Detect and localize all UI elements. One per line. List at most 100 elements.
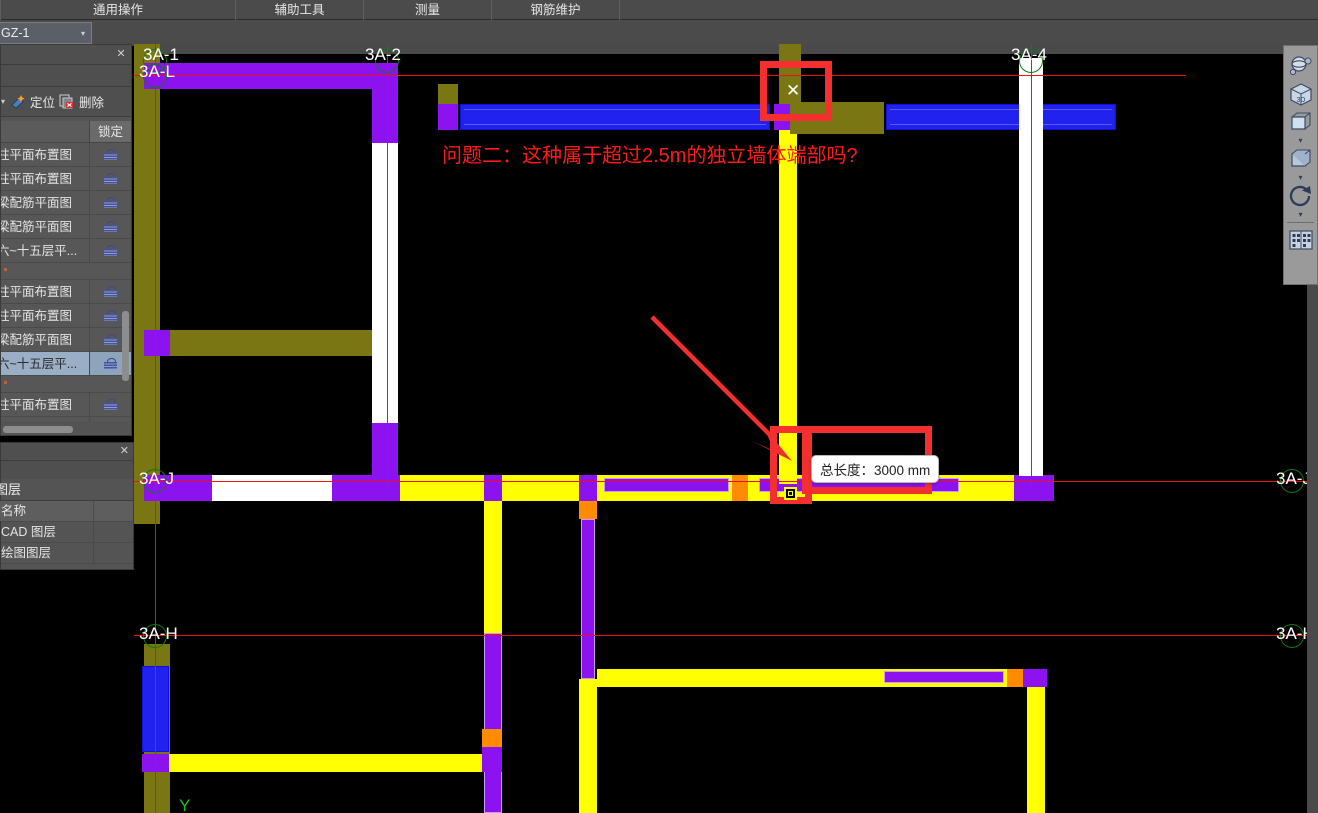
list-item[interactable]: 柱平面布置图 [1,167,131,191]
lock-icon[interactable] [104,245,117,256]
list-item[interactable]: 梁配筋平面图 [1,328,131,352]
wall-olive-top-stub[interactable] [438,84,458,104]
lock-icon[interactable] [104,334,117,345]
list-item[interactable]: 柱平面布置图 [1,143,131,167]
close-icon[interactable]: ✕ [115,48,127,60]
col-header-lock[interactable]: 锁定 [89,121,131,142]
tab-overflow[interactable] [620,0,640,20]
rotate-button[interactable] [1286,182,1315,209]
lock-icon[interactable] [104,286,117,297]
chevron-down-icon[interactable]: ▾ [75,29,91,38]
lock-icon[interactable] [104,173,117,184]
beam-blue-right-inner2 [890,124,1112,125]
lock-cell[interactable] [89,417,131,421]
delete-button[interactable]: 删除 [59,92,104,111]
beam-yellow-H-left[interactable] [169,754,484,772]
drawing-list-grid[interactable]: 锁定 柱平面布置图 柱平面布置图 梁配筋平面图 梁配筋平面图 六~十五层平... [1,121,131,421]
list-item[interactable]: 柱平面布置图 [1,417,131,421]
lock-icon[interactable] [104,149,117,160]
wall-olive-L-stub2[interactable] [860,102,884,134]
column-purple-J-2[interactable] [579,475,597,501]
column-purple-J-right[interactable] [1014,475,1040,501]
lock-cell[interactable] [89,143,131,166]
view-3d-button[interactable]: 3D [1286,80,1315,107]
axis-label-3A-L: 3A-L [139,62,175,81]
beam-yellow-vertical-left[interactable] [484,501,502,633]
tab-measure[interactable]: 测量 [364,0,492,20]
horizontal-scrollbar[interactable] [3,426,73,433]
column-orange-J-2[interactable] [732,475,748,501]
beam-blue-right[interactable] [886,104,1116,130]
orbit-button[interactable] [1286,52,1315,79]
axis-label-3A-4: 3A-4 [1011,45,1047,64]
group-separator [1,381,131,393]
beam-yellow-vertical-right[interactable] [1027,687,1045,813]
wall-olive-vertical-left[interactable] [134,44,160,524]
chevron-down-icon[interactable]: ▾ [1298,136,1302,145]
list-item[interactable]: 柱平面布置图 [1,304,131,328]
column-purple-H-mid[interactable] [482,746,502,772]
beam-blue-left[interactable] [460,104,770,130]
axis-line-4 [1031,44,1032,491]
wall-white-J[interactable] [212,475,332,501]
list-item[interactable]: 六~十五层平... [1,239,131,263]
solid-view-button[interactable] [1286,145,1315,172]
column-purple-1[interactable] [144,330,170,356]
toolbar-divider [1287,222,1314,223]
table-row[interactable]: 绘图图层 [1,543,133,564]
column-orange-J[interactable] [579,501,597,519]
tab-auxiliary-tools[interactable]: 辅助工具 [236,0,364,20]
column-purple-H-right[interactable] [1023,669,1047,687]
lock-cell[interactable] [89,191,131,214]
wall-white-vertical[interactable] [372,143,398,423]
lock-cell[interactable] [89,239,131,262]
vertical-scrollbar[interactable] [122,311,129,381]
lock-icon[interactable] [104,399,117,410]
beam-yellow-vertical-mid[interactable] [579,679,597,813]
wall-purple-top-horizontal[interactable] [144,63,390,89]
wall-olive-horizontal[interactable] [170,330,372,356]
locate-label: 定位 [30,96,56,110]
canvas-vertical-scrollbar[interactable] [1307,285,1318,813]
wall-purple-vertical-small[interactable] [484,633,502,813]
grid-view-button[interactable] [1286,226,1315,253]
list-item[interactable]: 柱平面布置图 [1,393,131,417]
column-purple-L[interactable] [438,104,458,130]
cad-drawing-canvas[interactable]: 3A-1 3A-L 3A-2 3A-4 3A-J 3A-H 3A-J 3A-H … [134,44,1318,813]
col-header-extra [93,501,133,521]
lock-icon[interactable] [104,197,117,208]
wall-purple-vertical-mid[interactable] [581,519,595,679]
chevron-down-icon[interactable]: ▾ [1298,210,1302,219]
tab-rebar-maintenance[interactable]: 钢筋维护 [492,0,620,20]
list-item[interactable]: 梁配筋平面图 [1,215,131,239]
member-select-combobox[interactable]: GZ-1 ▾ [0,22,92,44]
close-icon[interactable]: ✕ [120,445,129,457]
tab-general-operations[interactable]: 通用操作 [0,0,236,20]
column-purple-J-1[interactable] [484,475,502,501]
chevron-down-icon[interactable]: ▾ [1298,173,1302,182]
wall-purple-inner-H[interactable] [884,671,1004,683]
lock-icon[interactable] [104,310,117,321]
list-item-selected[interactable]: 六~十五层平... [1,352,131,376]
list-item[interactable]: 柱平面布置图 [1,280,131,304]
wall-purple-J-mid[interactable] [332,475,400,501]
wireframe-view-button[interactable] [1286,108,1315,135]
lock-cell[interactable] [89,280,131,303]
wall-purple-vertical-lower[interactable] [372,423,398,481]
column-purple-J-right2[interactable] [1040,475,1054,501]
lock-cell[interactable] [89,393,131,416]
lock-cell[interactable] [89,215,131,238]
selection-marker[interactable] [784,487,797,500]
column-orange-H[interactable] [1007,669,1023,687]
lock-icon[interactable] [104,358,117,369]
lock-cell[interactable] [89,167,131,190]
chevron-down-icon[interactable]: ▾ [1,97,5,106]
column-orange-H-mid[interactable] [482,729,502,747]
lock-icon[interactable] [104,221,117,232]
locate-button[interactable]: 定位 [10,92,55,111]
table-row[interactable]: CAD 图层 [1,522,133,543]
beam-blue-left-inner1 [464,109,766,110]
list-item-label: 梁配筋平面图 [1,220,73,234]
layer-panel-header: 图层 [0,479,133,501]
list-item[interactable]: 梁配筋平面图 [1,191,131,215]
